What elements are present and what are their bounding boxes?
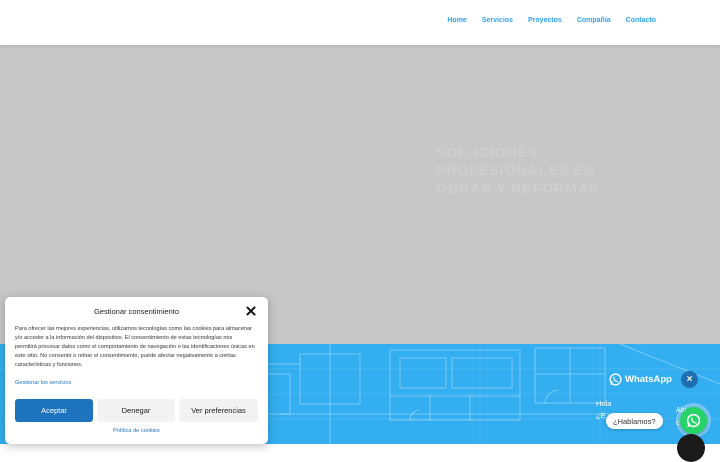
consent-description: Para ofrecer las mejores experiencias, u… (15, 326, 255, 368)
nav-home[interactable]: Home (447, 17, 466, 24)
view-preferences-button[interactable]: Ver preferencias (179, 399, 258, 422)
whatsapp-brand-label: WhatsApp (625, 374, 672, 385)
whatsapp-question: ¿E (596, 411, 606, 420)
main-nav: Home Servicios Proyectos Compañía Contac… (447, 17, 656, 24)
hero-title: Soluciones profesionales en obras y refo… (436, 144, 600, 196)
whatsapp-button[interactable] (680, 407, 707, 434)
nav-servicios[interactable]: Servicios (482, 17, 513, 24)
whatsapp-chat-prompt[interactable]: ¿Hablamos? (606, 413, 663, 429)
cookie-consent-dialog: Gestionar consentimiento Para ofrecer la… (5, 297, 268, 444)
nav-contacto[interactable]: Contacto (626, 17, 656, 24)
whatsapp-close-button[interactable]: × (681, 371, 698, 388)
nav-proyectos[interactable]: Proyectos (528, 17, 562, 24)
accept-button[interactable]: Aceptar (15, 399, 93, 422)
whatsapp-icon (609, 373, 622, 386)
whatsapp-icon (686, 413, 701, 428)
whatsapp-greeting: Hola (596, 399, 612, 408)
footer-strip (0, 444, 720, 450)
deny-button[interactable]: Denegar (97, 399, 175, 422)
site-header: Home Servicios Proyectos Compañía Contac… (0, 0, 720, 45)
close-icon: × (686, 373, 693, 385)
nav-compania[interactable]: Compañía (577, 17, 611, 24)
manage-services-link[interactable]: Gestionar los servicios (15, 380, 71, 386)
cookie-policy-link[interactable]: Política de cookies (5, 428, 268, 434)
chat-launcher-button[interactable] (677, 434, 705, 462)
consent-title: Gestionar consentimiento (93, 307, 180, 316)
close-icon[interactable] (245, 305, 257, 317)
whatsapp-header: WhatsApp (609, 373, 672, 386)
